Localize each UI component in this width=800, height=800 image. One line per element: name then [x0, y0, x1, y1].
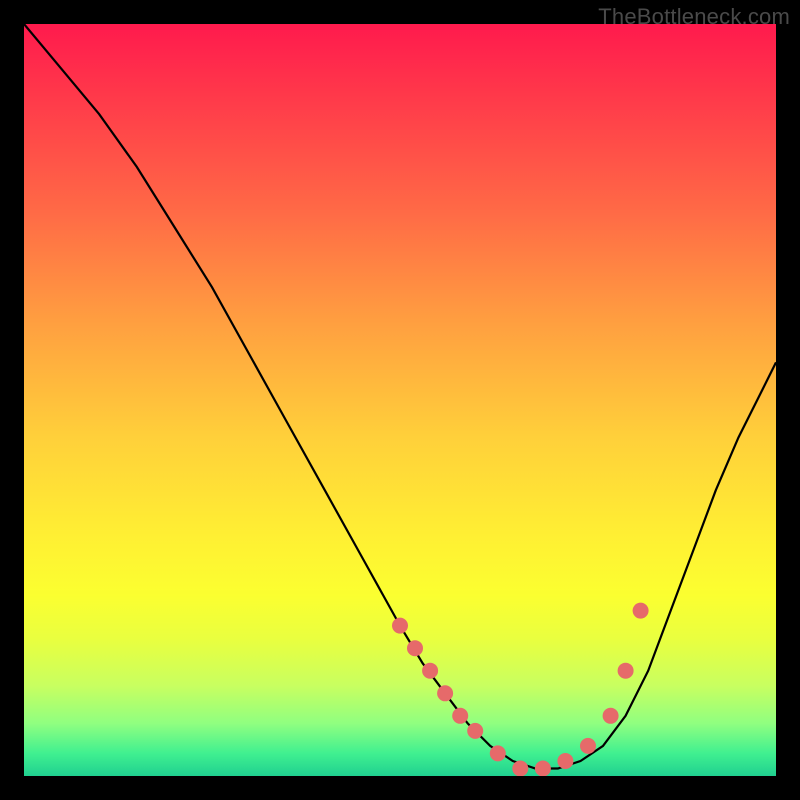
- marker-point: [580, 738, 596, 754]
- plot-svg: [24, 24, 776, 776]
- marker-point: [557, 753, 573, 769]
- chart-area: [24, 24, 776, 776]
- marker-point: [392, 618, 408, 634]
- bottleneck-curve: [24, 24, 776, 769]
- marker-point: [618, 663, 634, 679]
- marker-point: [603, 708, 619, 724]
- marker-point: [452, 708, 468, 724]
- marker-point: [437, 685, 453, 701]
- marker-point: [633, 603, 649, 619]
- marker-point: [535, 761, 551, 777]
- marker-point: [490, 745, 506, 761]
- marker-point: [422, 663, 438, 679]
- watermark-text: TheBottleneck.com: [598, 4, 790, 30]
- highlight-points: [392, 603, 649, 776]
- marker-point: [467, 723, 483, 739]
- marker-point: [407, 640, 423, 656]
- marker-point: [512, 761, 528, 777]
